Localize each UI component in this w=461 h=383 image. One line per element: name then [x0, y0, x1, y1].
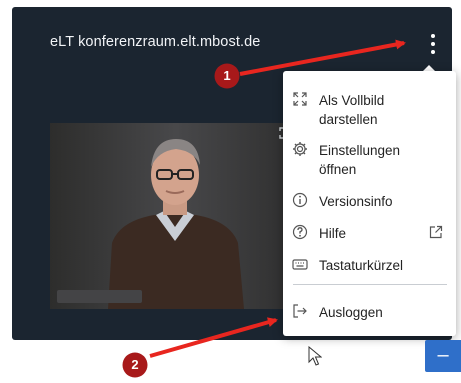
callout-1-label: 1 [223, 68, 231, 83]
callout-2-label: 2 [131, 357, 139, 372]
annotation-overlay [122, 39, 406, 378]
annotation-arrow-1 [239, 39, 406, 76]
annotation-arrow-2 [149, 317, 278, 358]
